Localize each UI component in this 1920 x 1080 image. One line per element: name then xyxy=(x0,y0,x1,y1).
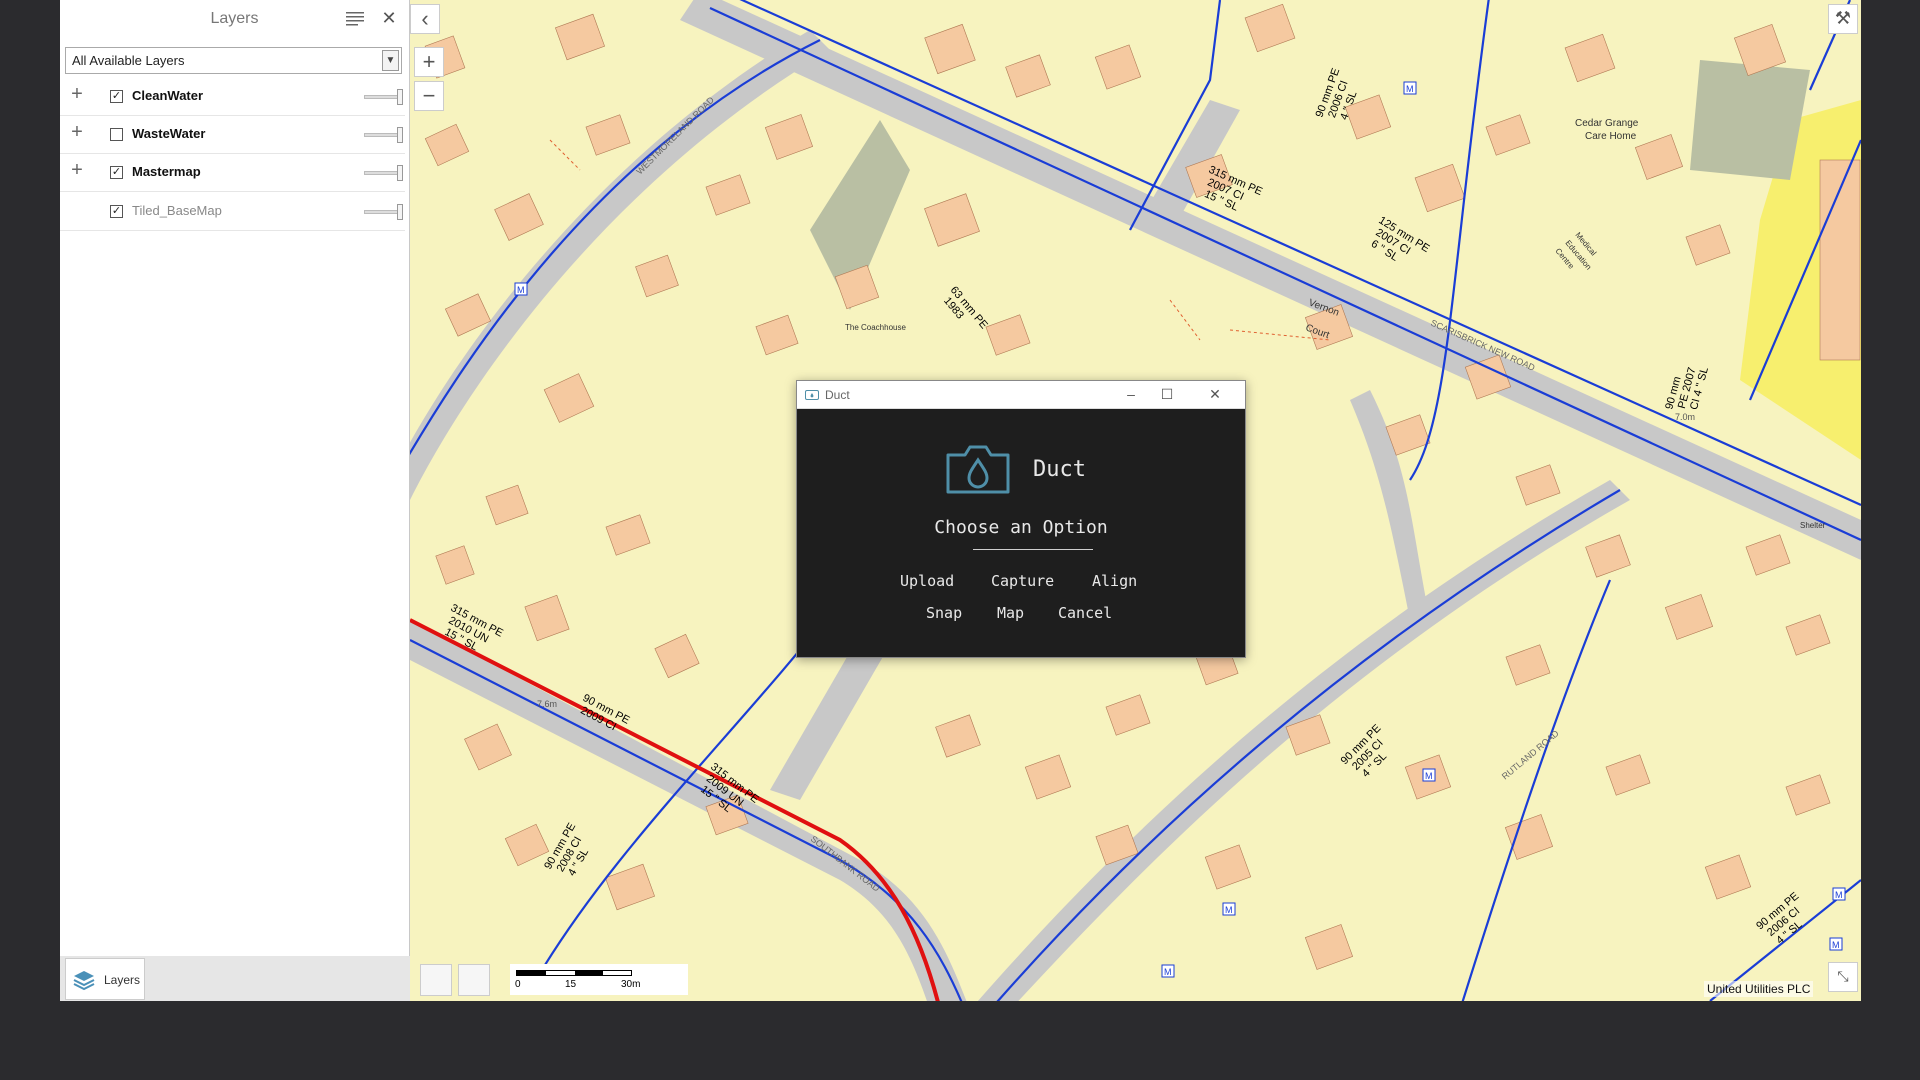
layer-checkbox[interactable]: ✓ xyxy=(110,205,123,218)
dialog-titlebar[interactable]: Duct – ☐ ✕ xyxy=(797,381,1245,409)
layer-checkbox[interactable]: ✓ xyxy=(110,90,123,103)
layer-row-cleanwater[interactable]: + ✓ CleanWater xyxy=(60,78,405,116)
scale-tool-icon[interactable] xyxy=(458,964,490,996)
scale-label: 15 xyxy=(565,979,577,990)
layer-name: WasteWater xyxy=(132,126,206,141)
opacity-slider[interactable] xyxy=(364,165,403,181)
capture-button[interactable]: Capture xyxy=(991,572,1054,590)
expand-plus-icon[interactable]: + xyxy=(69,160,85,180)
place-label: Shelter xyxy=(1800,521,1826,530)
layer-checkbox[interactable] xyxy=(110,128,123,141)
zoom-out-button[interactable]: − xyxy=(414,81,444,111)
maximize-button[interactable]: ☐ xyxy=(1153,385,1181,403)
tools-icon[interactable]: ⚒ xyxy=(1828,4,1858,34)
dialog-title: Duct xyxy=(825,388,850,402)
layers-tab-label: Layers xyxy=(104,973,141,987)
svg-text:M: M xyxy=(1425,771,1433,781)
panel-header: Layers ✕ xyxy=(60,0,409,40)
menu-icon[interactable] xyxy=(346,12,364,26)
scale-bar: 0 15 30m xyxy=(510,964,688,995)
panel-footer: Layers xyxy=(60,956,410,1001)
svg-text:M: M xyxy=(517,285,525,295)
chevron-down-icon[interactable]: ▼ xyxy=(382,50,399,71)
scale-bar-graphic xyxy=(516,970,632,976)
minimize-button[interactable]: – xyxy=(1117,385,1145,403)
svg-text:M: M xyxy=(1832,940,1840,950)
place-label: The Coachhouse xyxy=(845,323,906,332)
divider xyxy=(973,549,1093,550)
close-icon[interactable]: ✕ xyxy=(381,9,397,27)
camera-icon xyxy=(805,390,819,400)
opacity-slider[interactable] xyxy=(364,89,403,105)
align-button[interactable]: Align xyxy=(1092,572,1137,590)
cancel-button[interactable]: Cancel xyxy=(1058,604,1112,622)
scale-label: 0 xyxy=(515,979,521,990)
opacity-slider[interactable] xyxy=(364,127,403,143)
layers-stack-icon xyxy=(73,971,95,991)
layer-filter-select[interactable]: All Available Layers ▼ xyxy=(65,47,402,74)
layer-checkbox[interactable]: ✓ xyxy=(110,166,123,179)
dialog-body: Duct Choose an Option Upload Capture Ali… xyxy=(797,409,1245,657)
app-name: Duct xyxy=(1033,457,1086,482)
app-window: Layers ✕ All Available Layers ▼ + ✓ Clea… xyxy=(60,0,1861,1001)
svg-text:7.0m: 7.0m xyxy=(1675,412,1695,422)
snap-button[interactable]: Snap xyxy=(926,604,962,622)
expand-icon[interactable]: ⤡ xyxy=(1828,962,1858,992)
layer-row-tiled-basemap[interactable]: ✓ Tiled_BaseMap xyxy=(60,193,405,231)
upload-button[interactable]: Upload xyxy=(900,572,954,590)
layer-row-mastermap[interactable]: + ✓ Mastermap xyxy=(60,154,405,192)
layer-name: Tiled_BaseMap xyxy=(132,203,222,218)
place-label: Cedar Grange xyxy=(1575,118,1639,129)
layers-tab[interactable]: Layers xyxy=(65,958,145,1000)
expand-plus-icon[interactable]: + xyxy=(69,122,85,142)
layers-panel: Layers ✕ All Available Layers ▼ + ✓ Clea… xyxy=(60,0,410,1001)
map-button[interactable]: Map xyxy=(997,604,1024,622)
place-label: Care Home xyxy=(1585,131,1637,142)
zoom-in-button[interactable]: + xyxy=(414,47,444,77)
scale-label: 30m xyxy=(621,979,641,990)
opacity-slider[interactable] xyxy=(364,204,403,220)
measure-tool-icon[interactable] xyxy=(420,964,452,996)
close-button[interactable]: ✕ xyxy=(1201,385,1229,403)
svg-text:M: M xyxy=(1835,890,1843,900)
collapse-panel-button[interactable]: ‹ xyxy=(410,4,440,34)
svg-text:7.6m: 7.6m xyxy=(537,699,557,709)
duct-window: Duct – ☐ ✕ Duct Choose an Option Upload … xyxy=(796,380,1246,658)
svg-text:M: M xyxy=(1164,967,1172,977)
layer-row-wastewater[interactable]: + WasteWater xyxy=(60,116,405,154)
layer-name: CleanWater xyxy=(132,88,204,103)
layer-filter-value: All Available Layers xyxy=(72,53,185,68)
camera-water-drop-icon xyxy=(946,445,1010,494)
road-westmoreland xyxy=(410,30,830,500)
svg-text:M: M xyxy=(1225,905,1233,915)
map-green-area xyxy=(1690,60,1810,180)
road-label: RUTLAND ROAD xyxy=(1500,728,1561,782)
prompt-text: Choose an Option xyxy=(934,517,1108,538)
road-southbank xyxy=(410,620,967,1001)
map-attribution: United Utilities PLC xyxy=(1704,981,1814,997)
expand-plus-icon[interactable]: + xyxy=(69,84,85,104)
svg-text:M: M xyxy=(1406,84,1414,94)
layer-name: Mastermap xyxy=(132,164,201,179)
